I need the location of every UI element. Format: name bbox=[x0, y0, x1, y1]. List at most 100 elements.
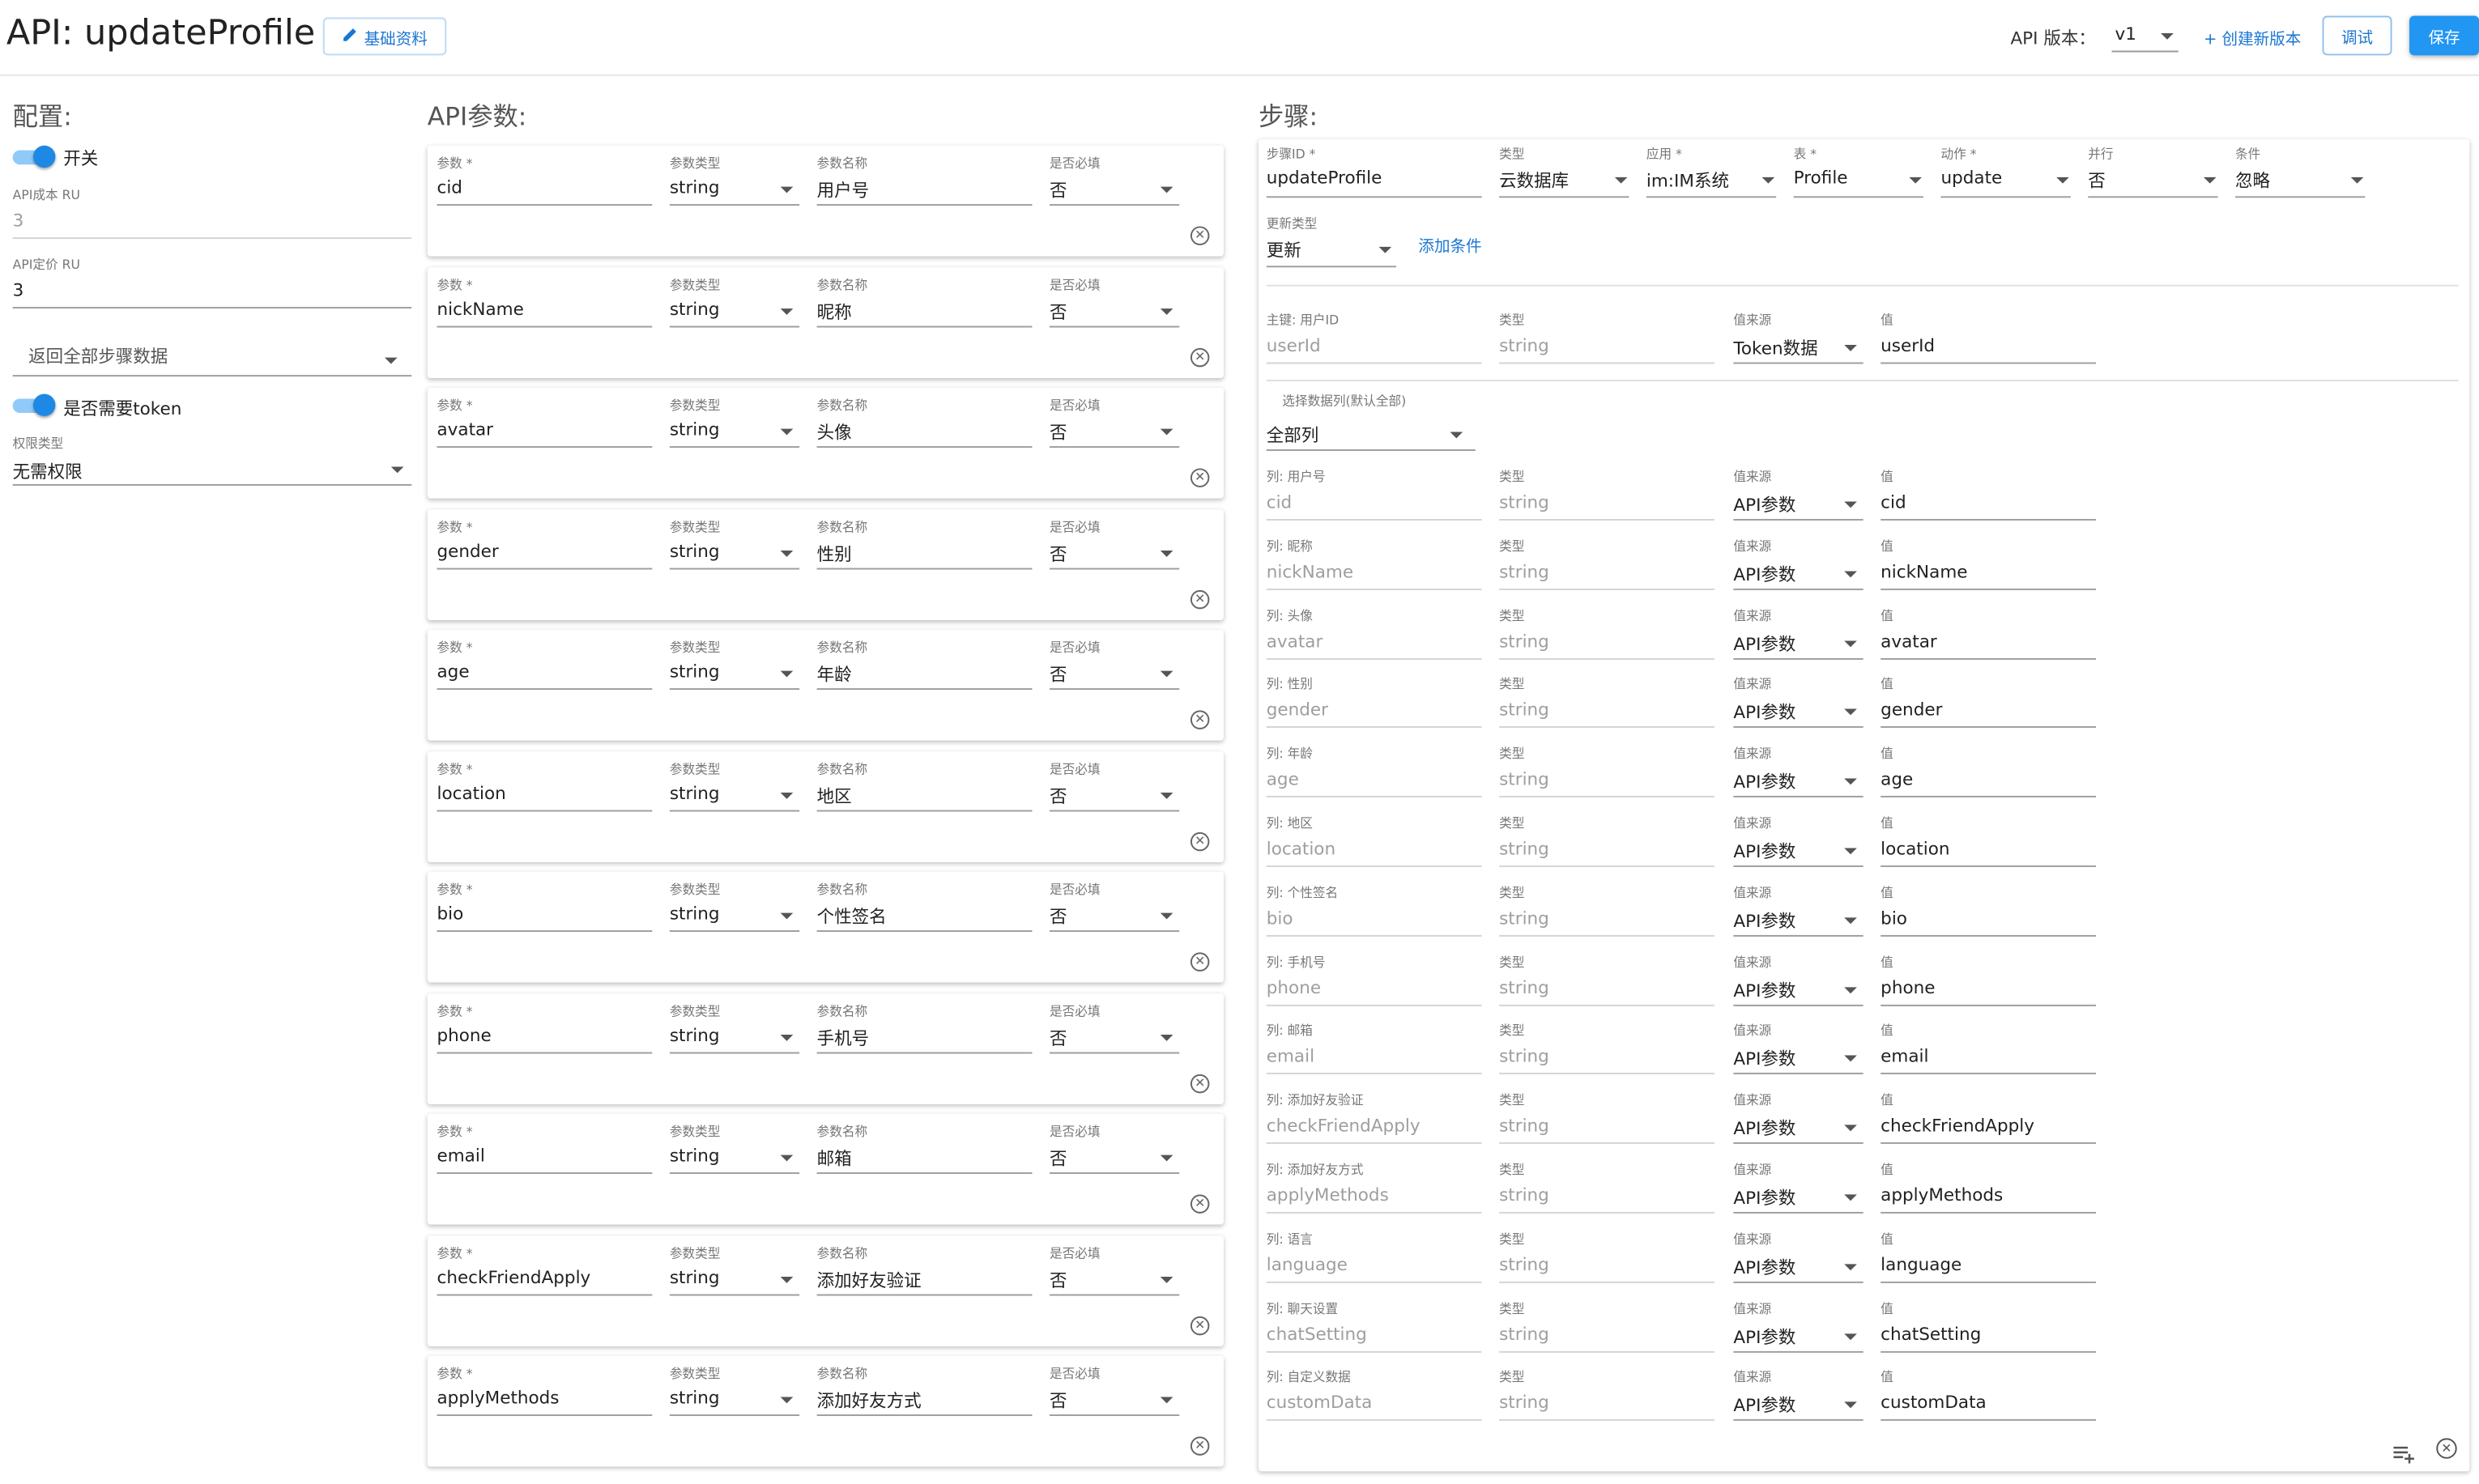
param-title-input[interactable]: 添加好友方式 bbox=[817, 1388, 922, 1413]
param-type-select[interactable]: string bbox=[670, 540, 720, 560]
price-field[interactable]: 3 bbox=[13, 280, 24, 300]
column-val-input[interactable]: applyMethods bbox=[1881, 1185, 2003, 1205]
key-val-input[interactable]: userId bbox=[1881, 335, 1935, 355]
close-circle-icon[interactable]: ✕ bbox=[1190, 1436, 1210, 1456]
close-circle-icon[interactable]: ✕ bbox=[1190, 1073, 1210, 1093]
column-src-select[interactable]: API参数 bbox=[1733, 839, 1795, 864]
column-src-select[interactable]: API参数 bbox=[1733, 561, 1795, 586]
param-name-input[interactable]: location bbox=[437, 782, 505, 802]
column-val-input[interactable]: language bbox=[1881, 1254, 1961, 1274]
close-circle-icon[interactable]: ✕ bbox=[1190, 589, 1210, 609]
token-switch[interactable] bbox=[12, 393, 56, 416]
param-title-input[interactable]: 昵称 bbox=[817, 298, 852, 323]
param-title-input[interactable]: 用户号 bbox=[817, 177, 870, 202]
column-val-input[interactable]: bio bbox=[1881, 908, 1907, 928]
param-type-select[interactable]: string bbox=[670, 1024, 720, 1044]
param-title-input[interactable]: 手机号 bbox=[817, 1024, 870, 1049]
param-name-input[interactable]: bio bbox=[437, 904, 463, 924]
param-required-select[interactable]: 否 bbox=[1050, 782, 1067, 807]
create-version-link[interactable]: + 创建新版本 bbox=[2204, 25, 2301, 49]
param-name-input[interactable]: age bbox=[437, 661, 469, 682]
debug-button[interactable]: 调试 bbox=[2322, 15, 2392, 56]
param-required-select[interactable]: 否 bbox=[1050, 540, 1067, 565]
playlist-add-icon[interactable] bbox=[2393, 1439, 2416, 1464]
close-circle-icon[interactable]: ✕ bbox=[2436, 1438, 2457, 1459]
column-src-select[interactable]: API参数 bbox=[1733, 1324, 1795, 1349]
param-required-select[interactable]: 否 bbox=[1050, 419, 1067, 444]
param-required-select[interactable]: 否 bbox=[1050, 177, 1067, 202]
param-title-input[interactable]: 年龄 bbox=[817, 661, 852, 687]
param-required-select[interactable]: 否 bbox=[1050, 661, 1067, 687]
version-select[interactable]: v1 bbox=[2111, 20, 2179, 53]
param-type-select[interactable]: string bbox=[670, 1388, 720, 1408]
param-required-select[interactable]: 否 bbox=[1050, 1388, 1067, 1413]
column-src-select[interactable]: API参数 bbox=[1733, 1046, 1795, 1071]
perm-select[interactable]: 无需权限 bbox=[13, 459, 83, 484]
param-title-input[interactable]: 添加好友验证 bbox=[817, 1266, 922, 1291]
column-src-select[interactable]: API参数 bbox=[1733, 631, 1795, 656]
column-src-select[interactable]: API参数 bbox=[1733, 908, 1795, 933]
column-src-select[interactable]: API参数 bbox=[1733, 1393, 1795, 1418]
column-val-input[interactable]: gender bbox=[1881, 700, 1942, 721]
param-type-select[interactable]: string bbox=[670, 1266, 720, 1286]
step-field-value[interactable]: im:IM系统 bbox=[1646, 168, 1729, 193]
close-circle-icon[interactable]: ✕ bbox=[1190, 831, 1210, 851]
save-button[interactable]: 保存 bbox=[2409, 15, 2479, 56]
close-circle-icon[interactable]: ✕ bbox=[1190, 468, 1210, 487]
key-src-select[interactable]: Token数据 bbox=[1733, 335, 1817, 360]
column-val-input[interactable]: phone bbox=[1881, 977, 1935, 997]
column-val-input[interactable]: cid bbox=[1881, 492, 1906, 512]
column-val-input[interactable]: email bbox=[1881, 1046, 1928, 1066]
param-title-input[interactable]: 头像 bbox=[817, 419, 852, 444]
param-required-select[interactable]: 否 bbox=[1050, 1146, 1067, 1171]
param-name-input[interactable]: cid bbox=[437, 177, 462, 198]
param-name-input[interactable]: nickName bbox=[437, 298, 523, 318]
param-title-input[interactable]: 个性签名 bbox=[817, 904, 887, 929]
param-required-select[interactable]: 否 bbox=[1050, 1266, 1067, 1291]
column-src-select[interactable]: API参数 bbox=[1733, 1185, 1795, 1210]
param-type-select[interactable]: string bbox=[670, 904, 720, 924]
param-title-input[interactable]: 邮箱 bbox=[817, 1146, 852, 1171]
column-src-select[interactable]: API参数 bbox=[1733, 769, 1795, 794]
column-val-input[interactable]: checkFriendApply bbox=[1881, 1116, 2034, 1136]
close-circle-icon[interactable]: ✕ bbox=[1190, 1194, 1210, 1214]
param-name-input[interactable]: avatar bbox=[437, 419, 493, 440]
param-type-select[interactable]: string bbox=[670, 1146, 720, 1166]
step-field-value[interactable]: 云数据库 bbox=[1499, 168, 1569, 193]
column-val-input[interactable]: customData bbox=[1881, 1393, 1987, 1413]
column-src-select[interactable]: API参数 bbox=[1733, 700, 1795, 725]
basic-info-button[interactable]: 基础资料 bbox=[322, 17, 447, 56]
param-name-input[interactable]: gender bbox=[437, 540, 498, 560]
update-type-select[interactable]: 更新 bbox=[1267, 237, 1301, 262]
add-condition-link[interactable]: 添加条件 bbox=[1418, 232, 1481, 256]
param-required-select[interactable]: 否 bbox=[1050, 1024, 1067, 1049]
column-src-select[interactable]: API参数 bbox=[1733, 1254, 1795, 1279]
enable-switch[interactable] bbox=[12, 145, 56, 168]
param-type-select[interactable]: string bbox=[670, 419, 720, 440]
column-val-input[interactable]: age bbox=[1881, 769, 1913, 789]
param-type-select[interactable]: string bbox=[670, 661, 720, 682]
param-required-select[interactable]: 否 bbox=[1050, 904, 1067, 929]
column-val-input[interactable]: nickName bbox=[1881, 561, 1967, 581]
column-val-input[interactable]: location bbox=[1881, 839, 1949, 859]
select-cols-select[interactable]: 全部列 bbox=[1267, 423, 1319, 448]
step-field-value[interactable]: updateProfile bbox=[1267, 168, 1382, 188]
param-type-select[interactable]: string bbox=[670, 782, 720, 802]
param-name-input[interactable]: checkFriendApply bbox=[437, 1266, 590, 1286]
param-name-input[interactable]: email bbox=[437, 1146, 484, 1166]
column-src-select[interactable]: API参数 bbox=[1733, 977, 1795, 1002]
close-circle-icon[interactable]: ✕ bbox=[1190, 1315, 1210, 1335]
step-field-value[interactable]: Profile bbox=[1794, 168, 1848, 188]
close-circle-icon[interactable]: ✕ bbox=[1190, 952, 1210, 972]
param-type-select[interactable]: string bbox=[670, 298, 720, 318]
param-name-input[interactable]: applyMethods bbox=[437, 1388, 559, 1408]
close-circle-icon[interactable]: ✕ bbox=[1190, 226, 1210, 245]
step-field-value[interactable]: 否 bbox=[2088, 168, 2106, 193]
close-circle-icon[interactable]: ✕ bbox=[1190, 347, 1210, 367]
column-src-select[interactable]: API参数 bbox=[1733, 492, 1795, 517]
param-type-select[interactable]: string bbox=[670, 177, 720, 198]
step-field-value[interactable]: 忽略 bbox=[2235, 168, 2270, 193]
column-src-select[interactable]: API参数 bbox=[1733, 1116, 1795, 1141]
param-title-input[interactable]: 地区 bbox=[817, 782, 852, 807]
step-field-value[interactable]: update bbox=[1940, 168, 2002, 188]
